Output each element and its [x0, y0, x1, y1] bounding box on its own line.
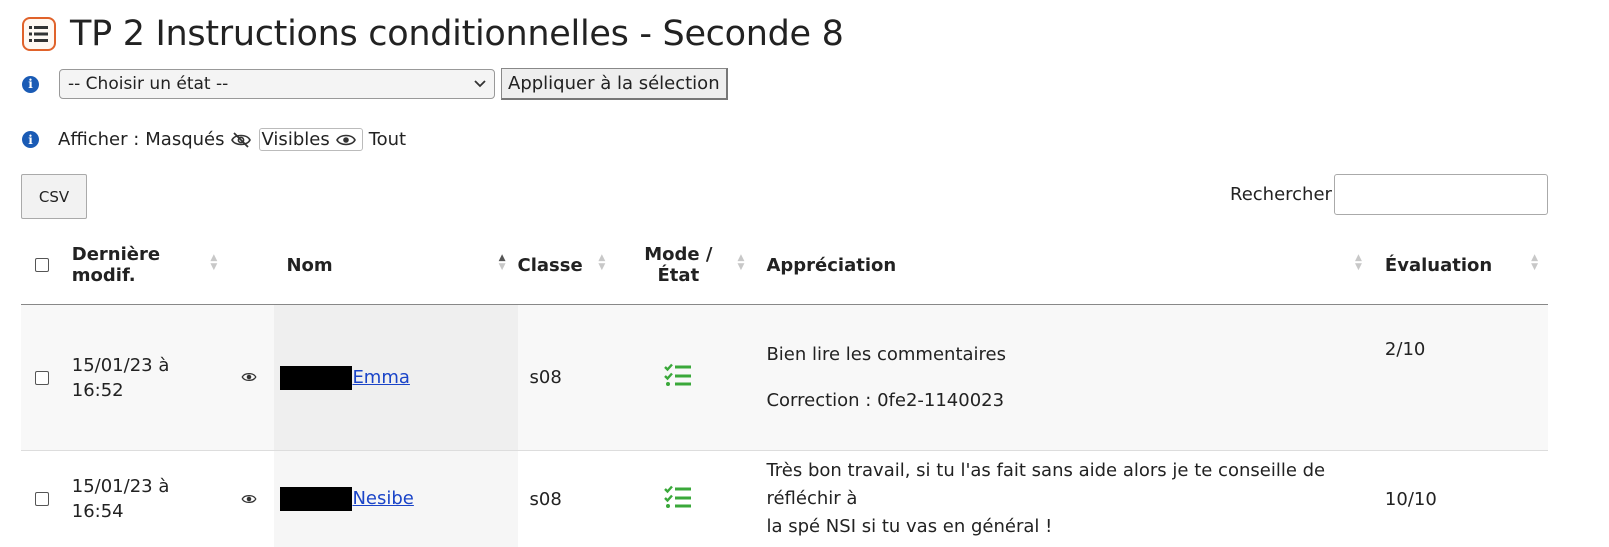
sort-icon: ▲▼: [738, 254, 745, 272]
appreciation-cell: Très bon travail, si tu l'as fait sans a…: [750, 451, 1369, 547]
info-icon[interactable]: i: [22, 131, 39, 148]
table-header-row: Dernière modif. ▲▼ Nom ▲▼ Classe ▲▼ Mode…: [21, 226, 1548, 305]
state-bar: i -- Choisir un état -- Appliquer à la s…: [22, 68, 728, 100]
row-checkbox[interactable]: [35, 492, 49, 506]
table-row[interactable]: 15/01/23 à 16:54 Nesibe s08: [21, 451, 1548, 547]
col-spacer: [223, 226, 274, 305]
name-cell: Emma: [274, 305, 517, 451]
class-cell: s08: [518, 451, 607, 547]
chevron-down-icon: [474, 80, 486, 88]
student-name-link[interactable]: Emma: [352, 367, 409, 388]
select-all-cell: [21, 226, 72, 305]
evaluation-cell: 2/10: [1370, 305, 1548, 451]
col-last-modified[interactable]: Dernière modif. ▲▼: [72, 226, 224, 305]
list-icon: [22, 17, 56, 51]
checklist-icon[interactable]: [664, 485, 692, 509]
eye-icon[interactable]: [241, 493, 257, 505]
col-evaluation[interactable]: Évaluation ▲▼: [1370, 226, 1548, 305]
search-input[interactable]: [1334, 174, 1548, 215]
eye-slash-icon: [231, 132, 251, 148]
student-name-link[interactable]: Nesibe: [352, 488, 413, 509]
sort-icon: ▲▼: [210, 254, 217, 272]
class-cell: s08: [518, 305, 607, 451]
col-name[interactable]: Nom ▲▼: [274, 226, 517, 305]
filter-all[interactable]: Tout: [369, 129, 406, 150]
select-all-checkbox[interactable]: [35, 258, 49, 272]
eye-icon: [336, 132, 356, 148]
state-select-value: -- Choisir un état --: [68, 74, 228, 94]
row-checkbox[interactable]: [35, 371, 49, 385]
filter-hidden[interactable]: Masqués: [145, 129, 224, 150]
evaluation-cell: 10/10: [1370, 451, 1548, 547]
sort-icon: ▲▼: [1355, 254, 1362, 272]
appreciation-cell: Bien lire les commentaires Correction : …: [750, 305, 1369, 451]
col-mode[interactable]: Mode / État ▲▼: [606, 226, 750, 305]
sort-icon: ▲▼: [1531, 254, 1538, 272]
state-select[interactable]: -- Choisir un état --: [59, 69, 495, 99]
info-icon[interactable]: i: [22, 76, 39, 93]
last-modified-cell: 15/01/23 à 16:52: [72, 305, 224, 451]
sort-icon: ▲▼: [598, 254, 605, 272]
redacted-surname: [280, 366, 352, 390]
page-header: TP 2 Instructions conditionnelles - Seco…: [22, 14, 844, 54]
visibility-filter: i Afficher : Masqués Visibles Tout: [22, 128, 406, 151]
search-label: Rechercher: [1230, 184, 1332, 205]
col-appreciation[interactable]: Appréciation ▲▼: [750, 226, 1369, 305]
filter-label: Afficher :: [58, 129, 139, 150]
submissions-table: Dernière modif. ▲▼ Nom ▲▼ Classe ▲▼ Mode…: [21, 226, 1548, 547]
eye-icon[interactable]: [241, 371, 257, 383]
filter-visible-label: Visibles: [262, 129, 330, 150]
checklist-icon[interactable]: [664, 363, 692, 387]
page-title: TP 2 Instructions conditionnelles - Seco…: [70, 14, 844, 54]
filter-visible[interactable]: Visibles: [259, 128, 363, 151]
csv-button[interactable]: CSV: [21, 174, 87, 219]
apply-button[interactable]: Appliquer à la sélection: [501, 68, 728, 100]
col-class[interactable]: Classe ▲▼: [518, 226, 607, 305]
name-cell: Nesibe: [274, 451, 517, 547]
redacted-surname: [280, 487, 352, 511]
sort-icon: ▲▼: [499, 254, 506, 272]
table-row[interactable]: 15/01/23 à 16:52 Emma s08: [21, 305, 1548, 451]
last-modified-cell: 15/01/23 à 16:54: [72, 451, 224, 547]
